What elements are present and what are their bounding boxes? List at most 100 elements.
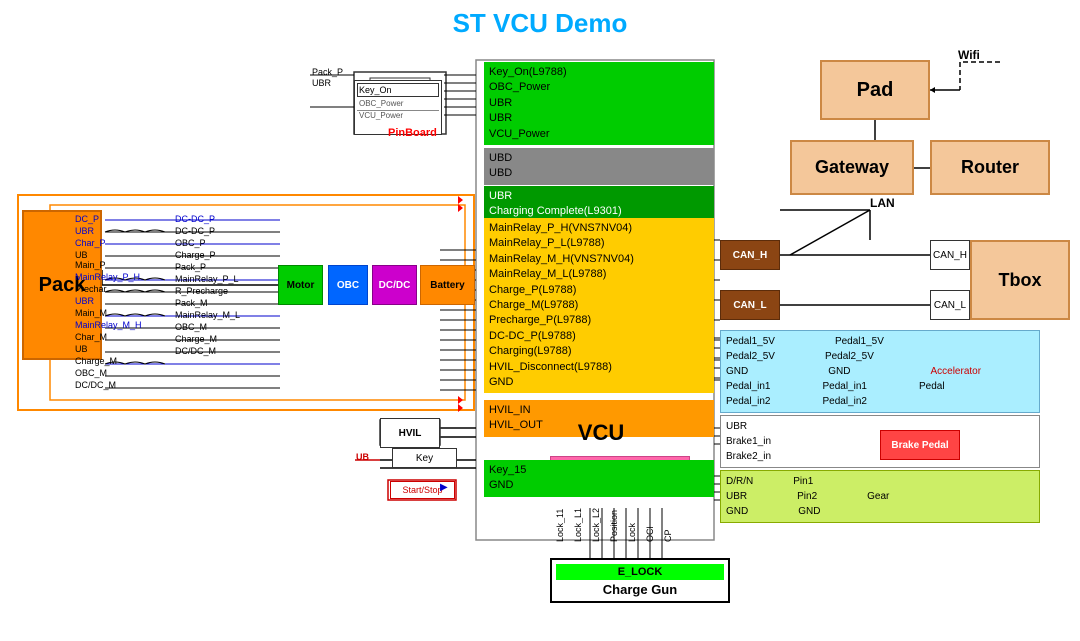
- pedal1-5v-right: Pedal1_5V: [835, 334, 884, 349]
- pedal2-5v-left: Pedal2_5V: [726, 349, 775, 364]
- obc-block: OBC: [328, 265, 368, 305]
- can-h-right: CAN_H: [930, 240, 970, 270]
- gnd-gear: GND: [726, 504, 748, 519]
- precharge-r-label: R_Precharge: [175, 286, 228, 296]
- gateway-block: Gateway: [790, 140, 914, 195]
- dc-p-label: DC_P: [75, 214, 99, 224]
- lock-l1-label: Lock_L1: [573, 508, 583, 542]
- key-on-signal: Key_On(L9788): [489, 65, 709, 80]
- lock-l2-label: Lock_L2: [591, 508, 601, 542]
- mainrelay-ml-right-label: MainRelay_M_L: [175, 310, 240, 320]
- dcdc-m-label: DC/DC_M: [75, 380, 116, 390]
- pack-m-label: Pack_M: [175, 298, 208, 308]
- ubr-gear: UBR: [726, 489, 747, 504]
- pinboard-label: PinBoard: [388, 127, 437, 139]
- key15-signal: Key_15: [489, 463, 709, 478]
- motor-block: Motor: [278, 265, 323, 305]
- ubd-block: UBD UBD: [484, 148, 714, 185]
- gnd-accel-right: GND: [828, 364, 850, 379]
- obc-power-signal: OBC_Power: [489, 80, 709, 95]
- brake2-in: Brake2_in: [726, 449, 771, 464]
- mainrelay-pl-right-label: MainRelay_P_L: [175, 274, 239, 284]
- pack-p-right-label: Pack_P: [175, 262, 206, 272]
- obc-p-right-label: OBC_P: [175, 238, 206, 248]
- pedal-label: Pedal: [919, 379, 945, 394]
- key15-block: Key_15 GND: [484, 460, 714, 497]
- battery-block: Battery: [420, 265, 475, 305]
- key-box: Key: [392, 448, 457, 468]
- obc-m-right-label: OBC_M: [175, 322, 207, 332]
- hvil-box: HVIL: [380, 418, 440, 448]
- gear-block: D/R/N Pin1 UBR Pin2 Gear GND GND: [720, 470, 1040, 523]
- green-key-signals: Key_On(L9788) OBC_Power UBR UBR VCU_Powe…: [484, 62, 714, 145]
- mainrelay-ph-label: MainRelay_P_H: [75, 272, 140, 282]
- charge-gun-vertical-labels: Lock_11 Lock_L1 Lock_L2 Position Lock OC…: [555, 508, 673, 542]
- gnd-gear-right: GND: [798, 504, 820, 519]
- cp-label: CP: [663, 508, 673, 542]
- position-label: Position: [609, 508, 619, 542]
- dc-dc-p-right-label2: DC-DC_P: [175, 226, 215, 236]
- pedal-in1-right: Pedal_in1: [822, 379, 866, 394]
- obc-m-label: OBC_M: [75, 368, 107, 378]
- router-block: Router: [930, 140, 1050, 195]
- tbox-block: Tbox: [970, 240, 1070, 320]
- accelerator-label: Accelerator: [930, 364, 981, 379]
- main-canvas: ST VCU Demo: [0, 0, 1080, 641]
- key-arrow: ▶: [440, 482, 448, 493]
- charge-p-right-label: Charge_P: [175, 250, 216, 260]
- wifi-label: Wifi: [958, 48, 980, 62]
- charge-m-right-label: Charge_M: [175, 334, 217, 344]
- ubd-signal-2: UBD: [489, 166, 709, 181]
- pack-p-label: Pack_P: [312, 67, 343, 77]
- lock-label: Lock: [627, 508, 637, 542]
- main-p-label: Main_P: [75, 260, 106, 270]
- main-m-label: Main_M: [75, 308, 107, 318]
- ubr-brake: UBR: [726, 419, 747, 434]
- ocl-label: OCl: [645, 508, 655, 542]
- pedal-in2-left: Pedal_in2: [726, 394, 770, 409]
- drn-label: D/R/N: [726, 474, 753, 489]
- can-h-left: CAN_H: [720, 240, 780, 270]
- lan-label: LAN: [870, 196, 895, 210]
- ub-key-label: UB: [356, 452, 369, 462]
- char-m-label: Char_M: [75, 332, 107, 342]
- ub-charge-label: UB: [75, 344, 88, 354]
- can-l-left: CAN_L: [720, 290, 780, 320]
- charge-m-label: Charge_M: [75, 356, 117, 366]
- pedal2-5v-right: Pedal2_5V: [825, 349, 874, 364]
- ubr-precharge-label: UBR: [75, 296, 94, 306]
- lock-11-label: Lock_11: [555, 508, 565, 542]
- pad-block: Pad: [820, 60, 930, 120]
- vcu-power-signal: VCU_Power: [489, 127, 709, 142]
- page-title: ST VCU Demo: [453, 8, 628, 39]
- gnd-key15: GND: [489, 478, 709, 493]
- yellow-relay-block: MainRelay_P_H(VNS7NV04) MainRelay_P_L(L9…: [484, 218, 714, 393]
- charge-gun-label: Charge Gun: [556, 582, 724, 597]
- ubr-charging-signal: UBR: [489, 189, 709, 204]
- prechar-label: Prechar: [75, 284, 107, 294]
- pin1-label: Pin1: [793, 474, 813, 489]
- ubd-signal-1: UBD: [489, 151, 709, 166]
- gear-label: Gear: [867, 489, 889, 504]
- brake1-in: Brake1_in: [726, 434, 771, 449]
- dc-dc-m-right-label: DC/DC_M: [175, 346, 216, 356]
- can-l-right: CAN_L: [930, 290, 970, 320]
- charge-gun-block: E_LOCK Charge Gun: [550, 558, 730, 603]
- dcdc-block: DC/DC: [372, 265, 417, 305]
- ubr-dc-label: UBR: [75, 226, 94, 236]
- gnd-accel-left: GND: [726, 364, 748, 379]
- pedal-in2-right: Pedal_in2: [822, 394, 866, 409]
- mainrelay-mh-label: MainRelay_M_H: [75, 320, 142, 330]
- e-lock-label: E_LOCK: [556, 564, 724, 580]
- brake-pedal-box: Brake Pedal: [880, 430, 960, 460]
- ubr-signal-1: UBR: [489, 96, 709, 111]
- char-p-label: Char_P: [75, 238, 106, 248]
- ubr-top-label: UBR: [312, 78, 331, 88]
- pin2-label: Pin2: [797, 489, 817, 504]
- dc-dc-p-right-label: DC-DC_P: [175, 214, 215, 224]
- ubr-signal-2: UBR: [489, 111, 709, 126]
- vcu-label: VCU: [476, 420, 726, 446]
- hvil-in-signal: HVIL_IN: [489, 403, 709, 418]
- pedal-in1-left: Pedal_in1: [726, 379, 770, 394]
- accelerator-block: Pedal1_5V Pedal1_5V Pedal2_5V Pedal2_5V …: [720, 330, 1040, 413]
